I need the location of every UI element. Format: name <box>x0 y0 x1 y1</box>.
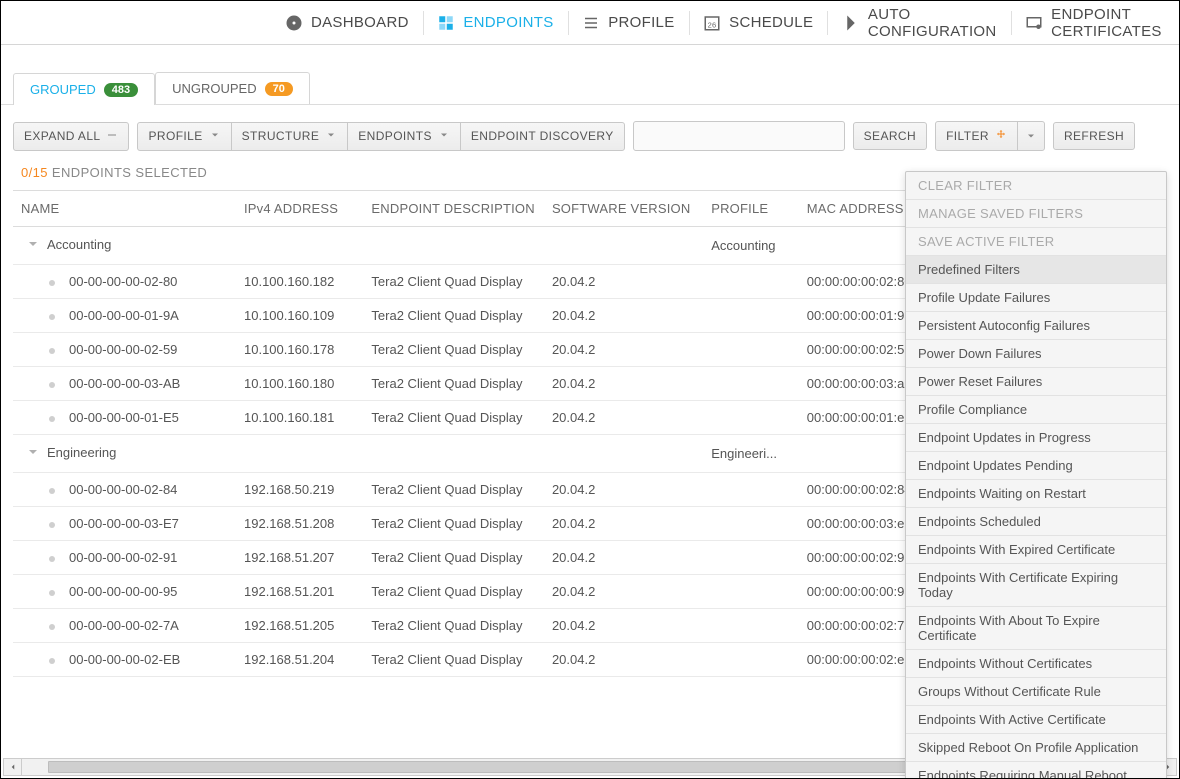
status-dot-icon <box>49 314 55 320</box>
tab-row: GROUPED 483 UNGROUPED 70 <box>1 45 1179 105</box>
status-dot-icon <box>49 416 55 422</box>
col-ver[interactable]: SOFTWARE VERSION <box>544 191 703 227</box>
selection-label: ENDPOINTS SELECTED <box>52 165 207 180</box>
structure-button[interactable]: STRUCTURE <box>231 122 349 151</box>
status-dot-icon <box>49 382 55 388</box>
expand-icon <box>106 129 118 144</box>
filter-dropdown-toggle[interactable] <box>1017 121 1045 151</box>
status-dot-icon <box>49 590 55 596</box>
tab-ungrouped[interactable]: UNGROUPED 70 <box>155 72 310 104</box>
status-dot-icon <box>49 556 55 562</box>
filter-menu-item[interactable]: CLEAR FILTER <box>906 172 1166 200</box>
nav-label: SCHEDULE <box>729 14 813 31</box>
nav-dashboard[interactable]: DASHBOARD <box>271 1 423 44</box>
tab-grouped[interactable]: GROUPED 483 <box>13 73 155 105</box>
filter-menu-item[interactable]: Endpoints With Expired Certificate <box>906 536 1166 564</box>
schedule-icon: 26 <box>703 14 721 32</box>
endpoints-button[interactable]: ENDPOINTS <box>347 122 461 151</box>
status-dot-icon <box>49 348 55 354</box>
filter-menu-item[interactable]: Skipped Reboot On Profile Application <box>906 734 1166 762</box>
selection-count: 0/15 <box>21 165 48 180</box>
col-desc[interactable]: ENDPOINT DESCRIPTION <box>363 191 544 227</box>
filter-menu-item[interactable]: Endpoints Without Certificates <box>906 650 1166 678</box>
status-dot-icon <box>49 488 55 494</box>
endpoint-discovery-button[interactable]: ENDPOINT DISCOVERY <box>460 122 625 151</box>
nav-label: AUTO CONFIGURATION <box>868 6 997 40</box>
filter-menu-item[interactable]: Endpoints With Certificate Expiring Toda… <box>906 564 1166 607</box>
expand-all-button[interactable]: EXPAND ALL <box>13 122 129 151</box>
col-name[interactable]: NAME <box>13 191 236 227</box>
filter-menu-item[interactable]: Endpoints Scheduled <box>906 508 1166 536</box>
filter-dropdown[interactable]: CLEAR FILTERMANAGE SAVED FILTERSSAVE ACT… <box>905 171 1167 779</box>
move-icon <box>995 129 1007 144</box>
filter-menu-item[interactable]: Power Reset Failures <box>906 368 1166 396</box>
tab-count-badge: 483 <box>104 83 138 97</box>
filter-menu-item[interactable]: Profile Compliance <box>906 396 1166 424</box>
group-toggle[interactable]: Engineering <box>21 444 116 460</box>
toolbar-group: PROFILE STRUCTURE ENDPOINTS ENDPOINT DIS… <box>137 122 624 151</box>
col-ip[interactable]: IPv4 ADDRESS <box>236 191 363 227</box>
top-nav: DASHBOARD ENDPOINTS PROFILE 26 SCHEDULE … <box>1 1 1179 45</box>
filter-menu-item: SAVE ACTIVE FILTER <box>906 228 1166 256</box>
endpoints-icon <box>437 14 455 32</box>
filter-menu-item[interactable]: Profile Update Failures <box>906 284 1166 312</box>
nav-autoconfig[interactable]: AUTO CONFIGURATION <box>828 1 1011 44</box>
group-toggle[interactable]: Accounting <box>21 236 111 252</box>
nav-label: PROFILE <box>608 14 674 31</box>
nav-endpoints[interactable]: ENDPOINTS <box>423 1 567 44</box>
filter-menu-item[interactable]: Endpoints With Active Certificate <box>906 706 1166 734</box>
nav-profile[interactable]: PROFILE <box>568 1 688 44</box>
filter-menu-item[interactable]: Endpoints Waiting on Restart <box>906 480 1166 508</box>
autoconfig-icon <box>842 14 860 32</box>
nav-label: DASHBOARD <box>311 14 409 31</box>
scroll-thumb[interactable] <box>48 761 968 773</box>
profile-button[interactable]: PROFILE <box>137 122 231 151</box>
filter-button[interactable]: FILTER <box>935 121 1018 151</box>
filter-menu-item[interactable]: Endpoints Requiring Manual Reboot <box>906 762 1166 779</box>
tab-count-badge: 70 <box>265 82 293 96</box>
dashboard-icon <box>285 14 303 32</box>
status-dot-icon <box>49 658 55 664</box>
toolbar: EXPAND ALL PROFILE STRUCTURE ENDPOINTS E… <box>1 105 1179 161</box>
tab-label: GROUPED <box>30 82 96 97</box>
search-button[interactable]: SEARCH <box>853 122 927 150</box>
profile-icon <box>582 14 600 32</box>
chevron-down-icon <box>209 129 221 144</box>
nav-certificates[interactable]: ENDPOINT CERTIFICATES <box>1011 1 1179 44</box>
filter-menu-item[interactable]: Power Down Failures <box>906 340 1166 368</box>
filter-menu-item[interactable]: Persistent Autoconfig Failures <box>906 312 1166 340</box>
filter-menu-item[interactable]: Endpoint Updates in Progress <box>906 424 1166 452</box>
chevron-down-icon <box>25 444 41 460</box>
status-dot-icon <box>49 624 55 630</box>
chevron-down-icon <box>438 129 450 144</box>
filter-group: FILTER <box>935 121 1045 151</box>
refresh-button[interactable]: REFRESH <box>1053 122 1135 150</box>
filter-menu-item[interactable]: Groups Without Certificate Rule <box>906 678 1166 706</box>
filter-menu-item[interactable]: Endpoints With About To Expire Certifica… <box>906 607 1166 650</box>
search-box <box>633 121 845 151</box>
search-input[interactable] <box>633 121 845 151</box>
certificates-icon <box>1025 14 1043 32</box>
nav-schedule[interactable]: 26 SCHEDULE <box>689 1 827 44</box>
scroll-left-arrow[interactable] <box>4 759 22 775</box>
status-dot-icon <box>49 280 55 286</box>
col-profile[interactable]: PROFILE <box>703 191 799 227</box>
chevron-down-icon <box>325 129 337 144</box>
chevron-down-icon <box>25 236 41 252</box>
status-dot-icon <box>49 522 55 528</box>
nav-label: ENDPOINTS <box>463 14 553 31</box>
svg-text:26: 26 <box>708 20 717 29</box>
tab-label: UNGROUPED <box>172 81 257 96</box>
filter-menu-item[interactable]: Predefined Filters <box>906 256 1166 284</box>
filter-menu-item[interactable]: MANAGE SAVED FILTERS <box>906 200 1166 228</box>
chevron-down-icon <box>1025 130 1037 142</box>
filter-menu-item[interactable]: Endpoint Updates Pending <box>906 452 1166 480</box>
nav-label: ENDPOINT CERTIFICATES <box>1051 6 1165 40</box>
